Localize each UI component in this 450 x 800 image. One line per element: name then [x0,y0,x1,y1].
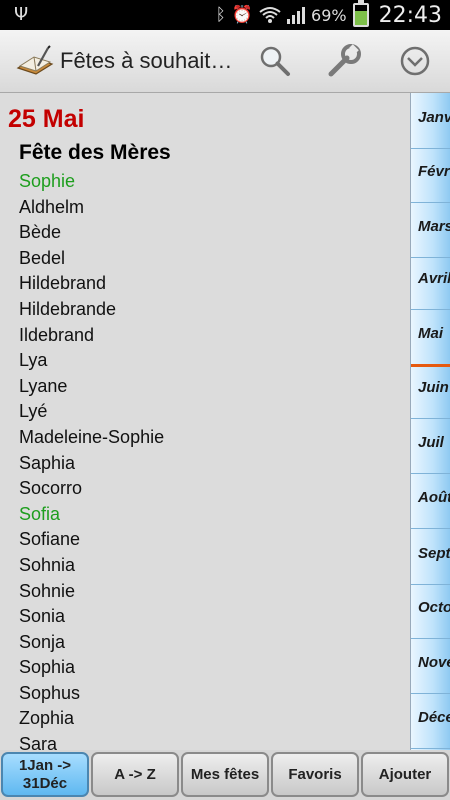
wrench-icon [328,44,361,77]
month-item[interactable]: Avril [411,254,450,310]
app-title: Fêtes à souhait… [60,48,233,73]
signal-icon [287,6,306,24]
name-item[interactable]: Sonia [19,604,164,630]
clock: 22:43 [378,2,442,28]
settings-button[interactable] [323,40,365,82]
tab-mes-fetes[interactable]: Mes fêtes [181,752,269,797]
battery-charging-icon [352,0,369,27]
name-item[interactable]: Saphia [19,451,164,477]
tab-ajouter[interactable]: Ajouter [361,752,449,797]
day-detail: 25 Mai Fête des Mères Sophie Aldhelm Bède B… [0,93,410,750]
month-item[interactable]: Déce [411,693,450,749]
name-item[interactable]: Bède [19,220,164,246]
name-item[interactable]: Sohnia [19,553,164,579]
month-label: Mai [418,325,444,342]
usb-icon: Ψ [14,4,29,25]
month-label: Avril [418,270,450,287]
search-icon [260,46,290,76]
battery-percent: 69% [311,5,347,25]
month-label: Janv [418,109,450,126]
wifi-icon [259,7,281,23]
month-label: Mars [418,218,450,235]
overflow-menu-icon [400,46,430,76]
name-item[interactable]: Sonja [19,630,164,656]
status-icons: ᛒ ⏰ 69% 22:43 [216,0,442,30]
name-item[interactable]: Sophia [19,655,164,681]
overflow-menu-button[interactable] [394,40,436,82]
month-item[interactable]: Octo [411,583,450,639]
date-heading: 25 Mai [8,105,85,133]
names-list: Sophie Aldhelm Bède Bedel Hildebrand Hildebra… [19,169,164,750]
name-item[interactable]: Zophia [19,706,164,732]
tab-a-z[interactable]: A -> Z [91,752,179,797]
month-item[interactable]: Août [411,473,450,529]
name-item[interactable]: Hildebrand [19,271,164,297]
name-item[interactable]: Aldhelm [19,195,164,221]
name-item[interactable]: Madeleine-Sophie [19,425,164,451]
tab-favoris[interactable]: Favoris [271,752,359,797]
name-item[interactable]: Lya [19,348,164,374]
month-item[interactable]: Juin [411,363,450,419]
month-label: Juin [418,379,449,396]
name-item[interactable]: Lyane [19,374,164,400]
month-label: Octo [418,599,450,616]
month-item[interactable]: Nove [411,638,450,694]
tab-calendar[interactable]: 1Jan -> 31Déc [1,752,89,797]
month-label: Juil [418,434,444,451]
action-bar: Fêtes à souhait… [0,30,450,93]
name-item[interactable]: Ildebrand [19,323,164,349]
name-item[interactable]: Sohnie [19,579,164,605]
name-item[interactable]: Sophie [19,169,164,195]
month-label: Févr [418,163,450,180]
name-item[interactable]: Bedel [19,246,164,272]
month-item[interactable]: Mars [411,202,450,258]
month-item[interactable]: Mai [411,309,450,367]
name-item[interactable]: Sofia [19,502,164,528]
name-item[interactable]: Hildebrande [19,297,164,323]
month-item[interactable]: Janv [411,93,450,149]
month-item[interactable]: Sept [411,529,450,585]
name-item[interactable]: Socorro [19,476,164,502]
bottom-tab-bar: 1Jan -> 31Déc A -> Z Mes fêtes Favoris A… [0,750,450,800]
month-item[interactable]: Juil [411,418,450,474]
month-index: Janv Févr Mars Avril Mai Juin Juil Août Sept Octo… [410,93,450,750]
bluetooth-icon: ᛒ [215,5,226,25]
month-label: Août [418,489,450,506]
month-label: Déce [418,709,450,726]
status-bar: Ψ ᛒ ⏰ 69% 22:43 [0,0,450,30]
month-item[interactable]: Févr [411,147,450,203]
name-item[interactable]: Lyé [19,399,164,425]
search-button[interactable] [254,40,296,82]
name-item[interactable]: Sara [19,732,164,750]
alarm-icon: ⏰ [231,5,254,25]
month-label: Nove [418,654,450,671]
name-item[interactable]: Sophus [19,681,164,707]
fete-title: Fête des Mères [19,141,171,164]
name-item[interactable]: Sofiane [19,527,164,553]
app-book-icon[interactable] [16,44,54,78]
month-label: Sept [418,545,450,562]
